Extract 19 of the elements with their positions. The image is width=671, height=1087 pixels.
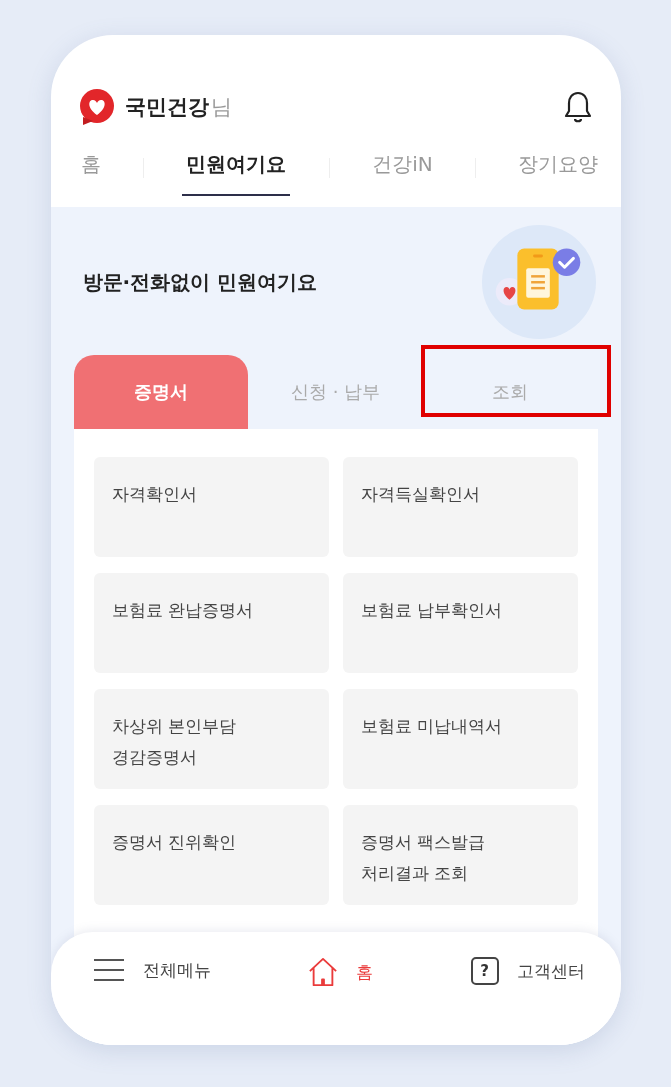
bottom-nav-item[interactable]: 홈 bbox=[302, 956, 379, 988]
document-item[interactable]: 보험료 완납증명서 bbox=[93, 573, 329, 673]
document-item[interactable]: 증명서 진위확인 bbox=[93, 805, 329, 905]
document-item[interactable]: 보험료 미납내역서 bbox=[342, 689, 578, 789]
menu-icon bbox=[92, 957, 125, 983]
document-item[interactable]: 증명서 팩스발급 처리결과 조회 bbox=[342, 805, 578, 905]
document-item[interactable]: 보험료 납부확인서 bbox=[342, 573, 578, 673]
bottom-nav-item[interactable]: ? 고객센터 bbox=[464, 956, 591, 986]
honorific: 님 bbox=[210, 94, 232, 121]
document-item[interactable]: 자격확인서 bbox=[93, 457, 329, 557]
document-item[interactable]: 차상위 본인부담 경감증명서 bbox=[93, 689, 329, 789]
banner-title: 방문·전화없이 민원여기요 bbox=[82, 268, 318, 296]
bottom-nav-item[interactable]: 전체메뉴 bbox=[86, 956, 217, 984]
nav-tab[interactable]: 민원여기요 bbox=[182, 140, 291, 196]
home-icon bbox=[308, 957, 338, 987]
help-icon: ? bbox=[470, 957, 499, 985]
document-item[interactable]: 자격득실확인서 bbox=[342, 457, 578, 557]
user-name: 국민건강 bbox=[124, 94, 209, 121]
bell-icon[interactable] bbox=[562, 90, 593, 124]
